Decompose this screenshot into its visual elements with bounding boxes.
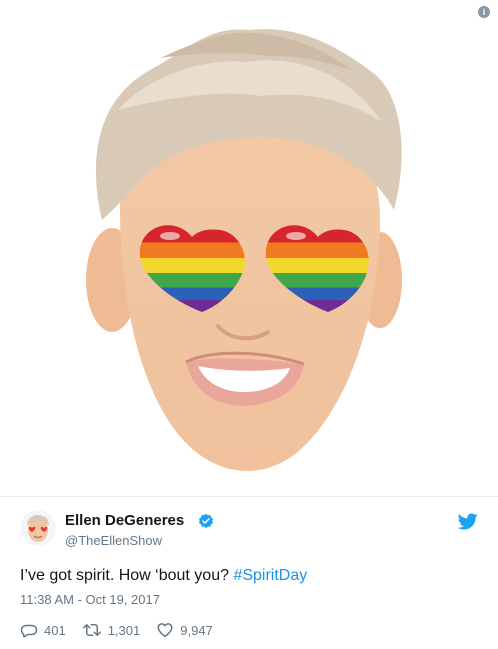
tweet-media[interactable]: i [0, 0, 498, 496]
verified-badge-icon [198, 513, 214, 529]
author-handle[interactable]: @TheEllenShow [65, 533, 162, 548]
retweet-button[interactable]: 1,301 [82, 621, 141, 639]
author-name[interactable]: Ellen DeGeneres [65, 512, 184, 529]
ellen-emoji-illustration [86, 29, 402, 471]
tweet-text-body: I’ve got spirit. How ‘bout you? [20, 567, 234, 584]
hashtag-link[interactable]: #SpiritDay [233, 567, 307, 584]
retweet-icon [82, 624, 101, 636]
tweet-actions: 401 1,301 9,947 [20, 621, 229, 639]
tweet-timestamp[interactable]: 11:38 AM - Oct 19, 2017 [20, 592, 160, 607]
tweet-card: i Ellen DeGeneres @TheEllenShow I’ve got… [0, 0, 498, 649]
retweet-count: 1,301 [107, 622, 141, 638]
twitter-bird-icon[interactable] [458, 513, 478, 530]
avatar[interactable] [20, 510, 56, 546]
reply-count: 401 [44, 622, 66, 638]
divider [0, 496, 498, 497]
like-button[interactable]: 9,947 [156, 621, 213, 639]
heart-icon [157, 623, 173, 638]
info-icon[interactable]: i [478, 6, 490, 18]
like-count: 9,947 [180, 622, 213, 638]
reply-icon [20, 624, 38, 638]
tweet-text: I’ve got spirit. How ‘bout you? #SpiritD… [20, 567, 307, 585]
reply-button[interactable]: 401 [20, 621, 66, 639]
avatar-image [20, 510, 56, 546]
